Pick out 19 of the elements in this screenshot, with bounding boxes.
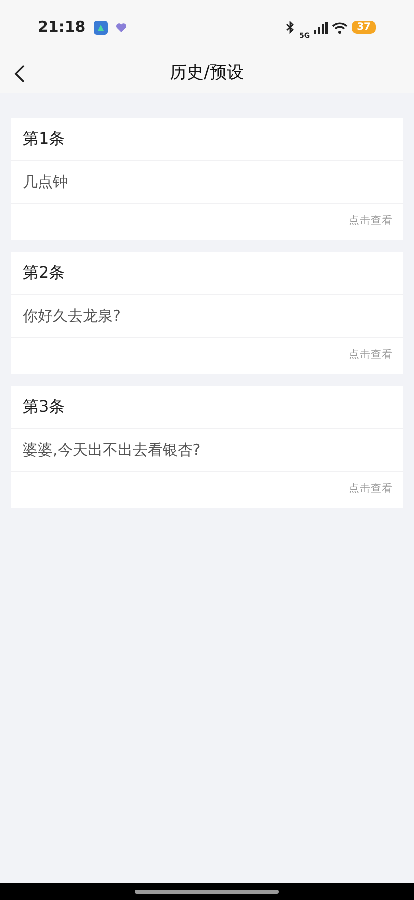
entry-card[interactable]: 第3条 婆婆,今天出不出去看银杏? 点击查看 (11, 386, 403, 508)
entry-text: 你好久去龙泉? (23, 306, 121, 327)
entry-card[interactable]: 第2条 你好久去龙泉? 点击查看 (11, 252, 403, 374)
signal-icon (314, 22, 328, 34)
status-time: 21:18 (38, 17, 86, 38)
entry-text: 婆婆,今天出不出去看银杏? (23, 440, 201, 461)
heart-icon (116, 22, 127, 32)
entry-card[interactable]: 第1条 几点钟 点击查看 (11, 118, 403, 240)
wifi-icon (332, 22, 348, 34)
entry-title: 第2条 (23, 262, 66, 284)
page-title: 历史/预设 (170, 62, 244, 86)
app-icon (94, 20, 108, 34)
home-indicator[interactable] (135, 890, 279, 894)
back-icon[interactable] (14, 64, 26, 84)
entry-title: 第1条 (23, 128, 66, 150)
entry-text: 几点钟 (23, 172, 68, 193)
entry-title: 第3条 (23, 396, 66, 418)
bluetooth-icon (286, 21, 296, 34)
battery-indicator: 37 (352, 21, 376, 34)
